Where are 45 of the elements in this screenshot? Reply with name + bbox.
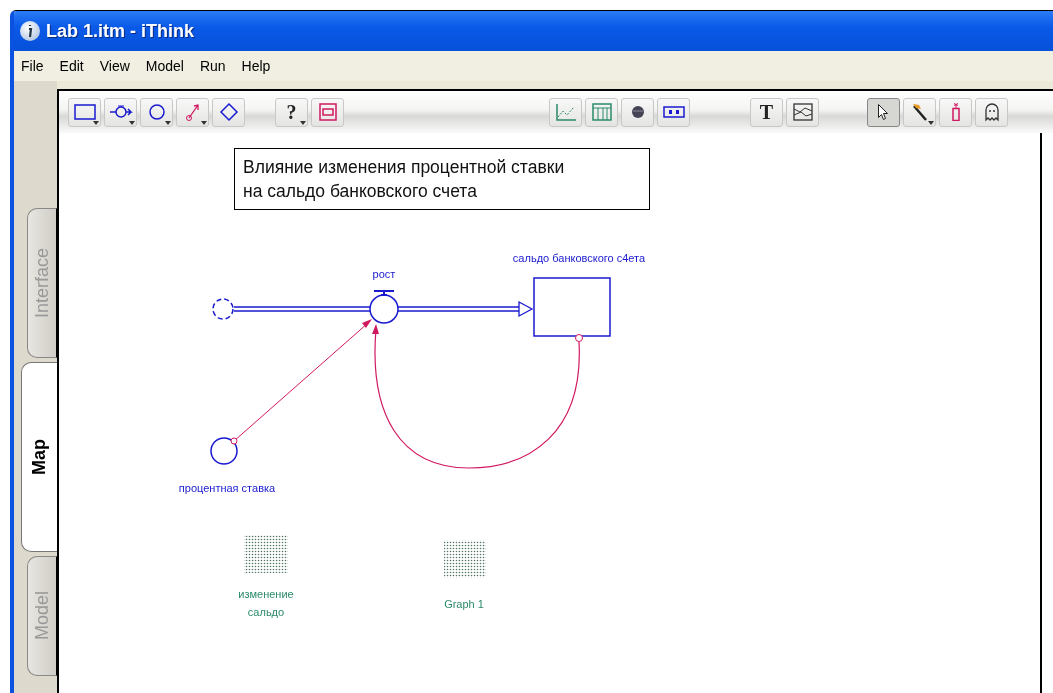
text-glyph: T [759, 100, 774, 124]
note-text: Влияние изменения процентной ставки на сальдо банковского счета [234, 148, 650, 210]
tool-button[interactable] [657, 97, 690, 127]
tool-button[interactable]: T [750, 97, 783, 127]
menu-item[interactable]: View [92, 56, 137, 76]
tool-button[interactable] [140, 97, 173, 127]
cloud-icon [212, 298, 234, 320]
tool-button[interactable] [786, 97, 819, 127]
tool-button[interactable] [903, 97, 936, 127]
tool-button[interactable] [212, 97, 245, 127]
tool-button[interactable] [104, 97, 137, 127]
graph-icon [444, 540, 486, 578]
tool-button[interactable] [621, 97, 654, 127]
menu-item[interactable]: Edit [52, 56, 91, 76]
pointer-icon [877, 103, 890, 121]
menu-item[interactable]: Model [138, 56, 191, 76]
converter-circle [210, 437, 238, 465]
caret-icon [300, 120, 306, 125]
tool-button[interactable] [975, 97, 1008, 127]
caret-icon [165, 120, 171, 125]
table-icon [589, 102, 614, 122]
node-label: процентная ставка [178, 481, 276, 496]
node-label: сальдо банковского с4ета [512, 251, 646, 266]
tool-button[interactable]: ? [275, 97, 308, 127]
caret-icon [129, 120, 135, 125]
menu-item[interactable]: File [14, 56, 51, 76]
caret-icon [201, 120, 207, 125]
menu-item[interactable]: Help [234, 56, 278, 76]
node-label: рост [372, 267, 396, 282]
info-icon [20, 21, 40, 41]
side-tab[interactable]: Map [21, 362, 57, 552]
help-glyph: ? [286, 100, 297, 124]
caret-icon [93, 120, 99, 125]
table-icon [244, 535, 288, 573]
window-title: Lab 1.itm - iThink [46, 20, 194, 42]
picture-icon [790, 102, 815, 122]
node-label: изменение сальдо [238, 587, 294, 620]
tool-button[interactable] [867, 97, 900, 127]
caret-icon [928, 120, 934, 125]
dynamite-icon [951, 103, 960, 121]
menu-item[interactable]: Run [192, 56, 233, 76]
rectangle-icon [72, 102, 97, 122]
tool-button[interactable] [68, 97, 101, 127]
graph-icon [553, 102, 578, 122]
node-label: Graph 1 [444, 597, 484, 612]
